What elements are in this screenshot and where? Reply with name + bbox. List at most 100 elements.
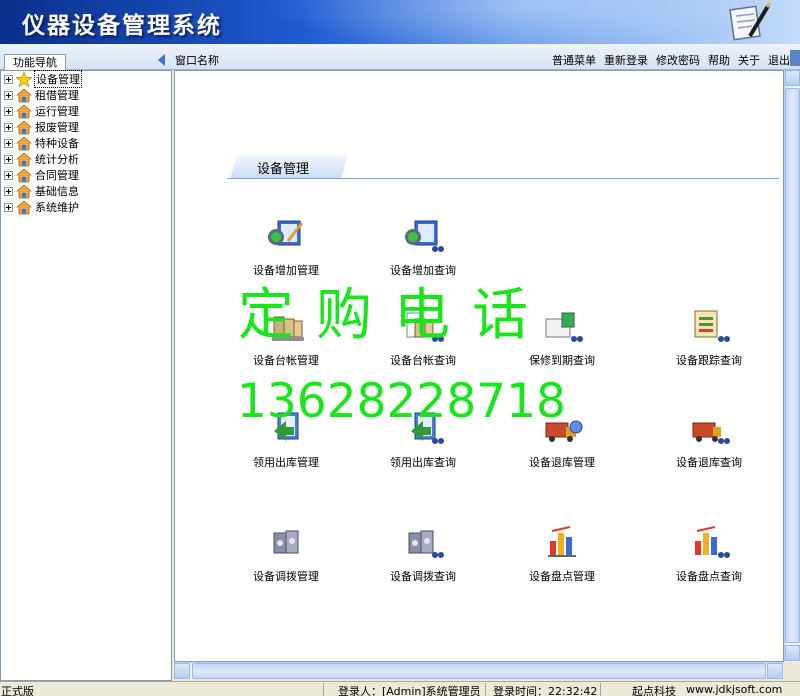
home-icon (16, 183, 32, 198)
tree-item-statistics[interactable]: 统计分析 (4, 151, 80, 167)
tile-label: 设备盘点查询 (676, 570, 742, 583)
tab-function-nav[interactable]: 功能导航 (4, 54, 66, 70)
scroll-thumb[interactable] (785, 88, 800, 643)
expand-icon[interactable] (4, 106, 13, 116)
window-name-label: 窗口名称 (175, 54, 219, 67)
transfer-icon (273, 530, 299, 554)
tree-item-operation-management[interactable]: 运行管理 (4, 103, 80, 119)
home-icon (16, 87, 32, 102)
tile-label: 设备跟踪查询 (676, 354, 742, 367)
top-menu: 普通菜单 重新登录 修改密码 帮助 关于 退出 (552, 52, 790, 68)
window-control-button[interactable] (790, 50, 800, 66)
status-website: www.jdkjsoft.com (686, 683, 783, 696)
tree-item-label: 设备管理 (34, 70, 82, 88)
tracking-query-icon (694, 310, 730, 342)
expand-icon[interactable] (4, 122, 13, 132)
status-separator (600, 683, 601, 696)
tile-label: 设备台帐管理 (253, 354, 319, 367)
tile-inventory-management[interactable]: 设备盘点管理 (492, 523, 632, 584)
expand-icon[interactable] (4, 90, 13, 100)
menu-normal-menu[interactable]: 普通菜单 (552, 52, 596, 68)
scroll-left-button[interactable] (174, 663, 190, 679)
inventory-query-icon (695, 526, 730, 558)
document-pen-icon (729, 2, 772, 41)
expand-icon[interactable] (4, 138, 13, 148)
tree-item-label: 基础信息 (35, 185, 79, 198)
expand-icon[interactable] (4, 202, 13, 212)
home-icon (16, 119, 32, 134)
tile-label: 领用出库查询 (390, 456, 456, 469)
menu-about[interactable]: 关于 (738, 52, 760, 68)
menu-change-password[interactable]: 修改密码 (656, 52, 700, 68)
top-toolbar: 功能导航 窗口名称 普通菜单 重新登录 修改密码 帮助 关于 退出 (0, 44, 800, 70)
tree-item-contract-management[interactable]: 合同管理 (4, 167, 80, 183)
main-content: 设备管理 设备增加管理 设备增加查询 设备台帐管理 设备台帐查询 保修到期查询 … (174, 70, 784, 662)
section-title: 设备管理 (257, 162, 310, 177)
tree-item-label: 报废管理 (35, 121, 79, 134)
watermark-phone: 13628228718 (237, 374, 566, 429)
tree-item-device-management[interactable]: 设备管理 (4, 70, 82, 88)
vertical-scrollbar[interactable] (784, 70, 800, 662)
inventory-icon (548, 526, 576, 557)
status-bar: 正式版 登录人：[Admin]系统管理员 登录时间：22:32:42 起点科技 … (0, 681, 800, 696)
device-add-query-icon (405, 220, 444, 252)
tree-item-label: 特种设备 (35, 137, 79, 150)
scroll-up-button[interactable] (785, 70, 800, 86)
tree-item-label: 统计分析 (35, 153, 79, 166)
section-divider (227, 178, 779, 179)
tree-item-label: 合同管理 (35, 169, 79, 182)
tile-label: 设备盘点管理 (529, 570, 595, 583)
scroll-down-button[interactable] (785, 645, 800, 661)
expand-icon[interactable] (4, 186, 13, 196)
home-icon (16, 199, 32, 214)
home-icon (16, 103, 32, 118)
menu-help[interactable]: 帮助 (708, 52, 730, 68)
scroll-right-button[interactable] (767, 663, 783, 679)
horizontal-scrollbar[interactable] (174, 662, 784, 679)
status-edition: 正式版 (1, 685, 34, 696)
home-icon (16, 135, 32, 150)
tree-item-basic-info[interactable]: 基础信息 (4, 183, 80, 199)
home-icon (16, 167, 32, 182)
expand-icon[interactable] (4, 154, 13, 164)
tile-transfer-management[interactable]: 设备调拨管理 (216, 523, 356, 584)
expand-icon[interactable] (4, 170, 13, 180)
scrollbar-corner (784, 662, 800, 679)
tree-item-special-equipment[interactable]: 特种设备 (4, 135, 80, 151)
tile-label: 领用出库管理 (253, 456, 319, 469)
tile-label: 设备台帐查询 (390, 354, 456, 367)
status-login-user: 登录人：[Admin]系统管理员 (338, 685, 481, 696)
tree-item-label: 租借管理 (35, 89, 79, 102)
home-icon (16, 151, 32, 166)
app-header: 仪器设备管理系统 (0, 0, 800, 44)
tile-device-add-management[interactable]: 设备增加管理 (216, 217, 356, 278)
device-add-icon (268, 220, 304, 246)
tree-item-rental-management[interactable]: 租借管理 (4, 87, 80, 103)
tile-transfer-query[interactable]: 设备调拨查询 (353, 523, 493, 584)
app-title: 仪器设备管理系统 (22, 12, 222, 39)
menu-exit[interactable]: 退出 (768, 52, 790, 68)
tile-label: 保修到期查询 (529, 354, 595, 367)
tile-return-query[interactable]: 设备退库查询 (639, 409, 779, 470)
tree-item-system-maintenance[interactable]: 系统维护 (4, 199, 80, 215)
tree-item-scrap-management[interactable]: 报废管理 (4, 119, 80, 135)
tile-label: 设备调拨查询 (390, 570, 456, 583)
expand-icon[interactable] (4, 74, 13, 84)
watermark-text: 定购电话 (238, 283, 550, 348)
tree-item-label: 系统维护 (35, 201, 79, 214)
tile-inventory-query[interactable]: 设备盘点查询 (639, 523, 779, 584)
collapse-arrow-icon[interactable] (158, 54, 165, 66)
tile-device-add-query[interactable]: 设备增加查询 (353, 217, 493, 278)
tile-label: 设备调拨管理 (253, 570, 319, 583)
navigation-tree: 设备管理 租借管理 运行管理 报废管理 特种设备 统计分析 合同管理 基础信息 (0, 70, 172, 681)
transfer-query-icon (408, 530, 444, 558)
menu-relogin[interactable]: 重新登录 (604, 52, 648, 68)
scroll-thumb[interactable] (192, 663, 766, 679)
tile-tracking-query[interactable]: 设备跟踪查询 (639, 307, 779, 368)
status-separator (485, 683, 486, 696)
status-login-time: 登录时间：22:32:42 (493, 685, 598, 696)
return-query-icon (692, 422, 730, 444)
tree-item-label: 运行管理 (35, 105, 79, 118)
star-icon (16, 71, 32, 87)
header-decoration (260, 0, 780, 44)
